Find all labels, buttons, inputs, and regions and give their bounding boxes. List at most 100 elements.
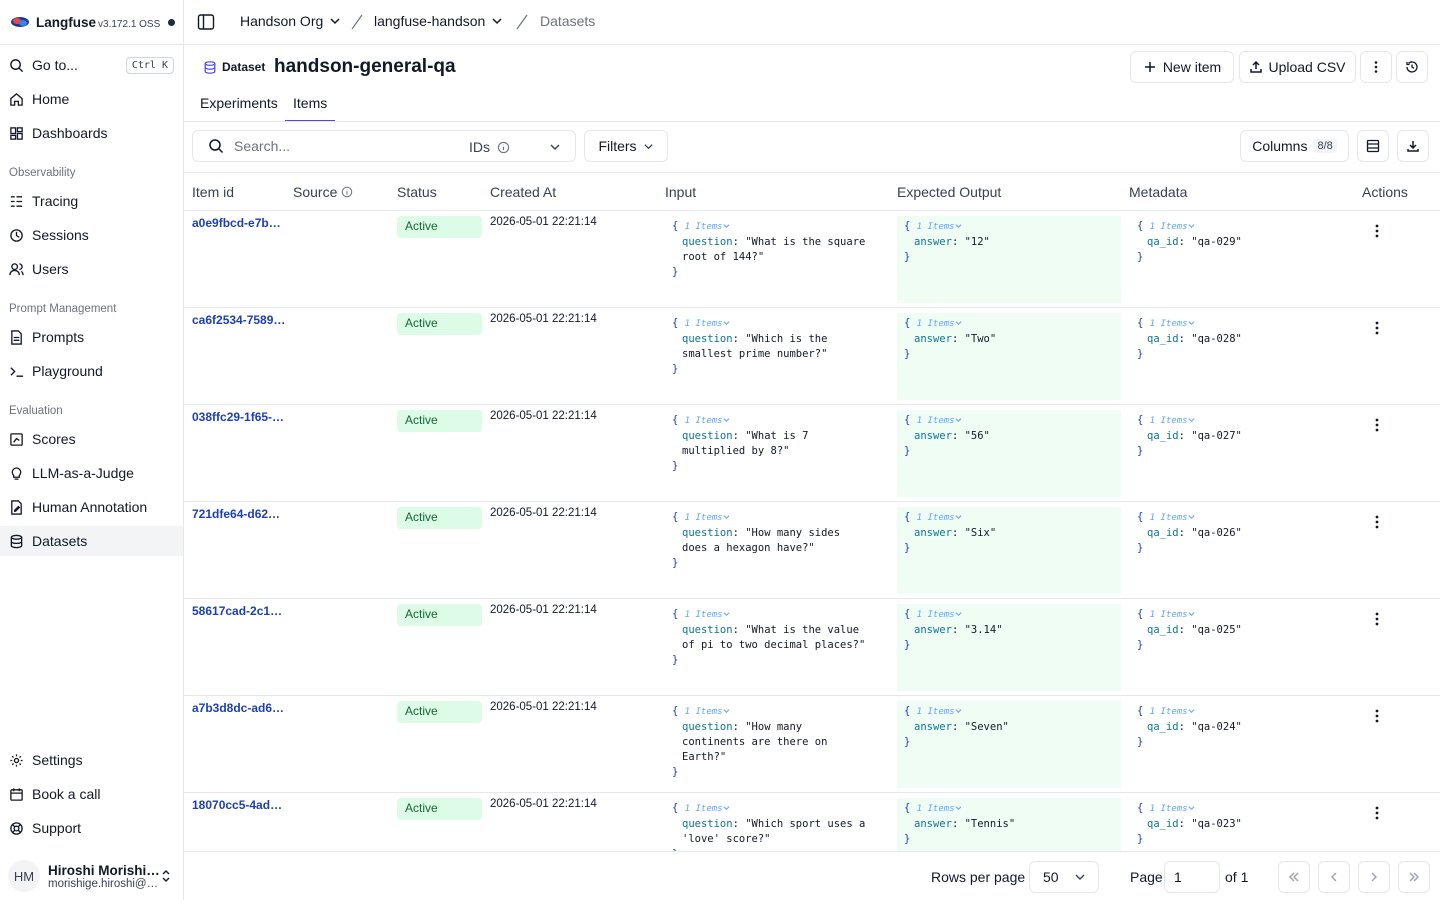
metadata-json[interactable]: { 1 Items qa_id: "qa-023"} (1137, 801, 1242, 847)
metadata-json[interactable]: { 1 Items qa_id: "qa-026"} (1137, 510, 1242, 556)
row-actions-icon[interactable] (1370, 611, 1384, 627)
brand[interactable]: Langfuse v3.172.1 OSS (10, 12, 176, 32)
breadcrumb-project-label: langfuse-handson (374, 13, 486, 29)
breadcrumb-project[interactable]: langfuse-handson (374, 13, 503, 29)
expected-output-json[interactable]: { 1 Items answer: "Tennis"} (904, 801, 1015, 847)
sidebar-item-settings[interactable]: Settings (0, 745, 183, 775)
sidebar-toggle-icon[interactable] (197, 13, 215, 31)
sidebar-item-prompts[interactable]: Prompts (0, 322, 183, 352)
first-page-button[interactable] (1278, 861, 1310, 893)
sidebar-item-book-a-call[interactable]: Book a call (0, 779, 183, 809)
input-json[interactable]: { 1 Items question: "What is the square ro… (672, 219, 882, 280)
metadata-json[interactable]: { 1 Items qa_id: "qa-024"} (1137, 704, 1242, 750)
chevron-down-icon[interactable] (549, 141, 561, 153)
expected-output-json[interactable]: { 1 Items answer: "Two"} (904, 316, 996, 362)
columns-button[interactable]: Columns 8/8 (1240, 130, 1349, 162)
json-count: 1 Items (684, 222, 723, 232)
sidebar-item-tracing[interactable]: Tracing (0, 186, 183, 216)
sidebar-item-scores[interactable]: Scores (0, 424, 183, 454)
history-button[interactable] (1396, 51, 1428, 83)
row-actions-icon[interactable] (1370, 320, 1384, 336)
json-count: 1 Items (916, 416, 955, 426)
search-box: IDs (192, 130, 576, 162)
breadcrumb-page[interactable]: Datasets (540, 13, 595, 29)
rows-per-page-select[interactable]: 50 (1029, 861, 1099, 893)
input-json[interactable]: { 1 Items question: "What is 7 multiplied … (672, 413, 882, 474)
expected-output-json[interactable]: { 1 Items answer: "56"} (904, 413, 990, 459)
table-row[interactable]: 038ffc29-1f65-… Active 2026-05-01 22:21:14… (184, 405, 1440, 502)
sidebar-item-playground[interactable]: Playground (0, 356, 183, 386)
expected-output-json[interactable]: { 1 Items answer: "3.14"} (904, 607, 1003, 653)
sidebar-item-users[interactable]: Users (0, 254, 183, 284)
json-value: "How many (745, 721, 803, 733)
column-header-item-id[interactable]: Item id (192, 184, 234, 200)
column-header-source[interactable]: Source (293, 184, 353, 200)
row-actions-icon[interactable] (1370, 417, 1384, 433)
sidebar-item-dashboards[interactable]: Dashboards (0, 118, 183, 148)
previous-page-button[interactable] (1318, 861, 1350, 893)
upload-csv-button[interactable]: Upload CSV (1239, 51, 1356, 83)
user-menu[interactable]: HM Hiroshi Morishige morishige.hiroshi@h… (0, 852, 183, 900)
row-density-button[interactable] (1357, 130, 1389, 162)
row-actions-icon[interactable] (1370, 514, 1384, 530)
info-icon (342, 186, 353, 198)
tab-items[interactable]: Items (285, 95, 336, 122)
item-id-link[interactable]: a7b3d8dc-ad6… (192, 701, 288, 715)
input-json[interactable]: { 1 Items question: "Which is the smallest… (672, 316, 882, 377)
breadcrumb-separator-icon (351, 14, 363, 30)
sidebar-item-llm-as-a-judge[interactable]: LLM-as-a-Judge (0, 458, 183, 488)
sidebar-item-sessions[interactable]: Sessions (0, 220, 183, 250)
json-key: answer (914, 527, 952, 539)
table-row[interactable]: ca6f2534-7589… Active 2026-05-01 22:21:14{… (184, 308, 1440, 405)
column-header-metadata[interactable]: Metadata (1129, 184, 1187, 200)
download-button[interactable] (1397, 130, 1429, 162)
goto-button[interactable]: Go to... Ctrl K (0, 50, 183, 80)
column-header-expected-output[interactable]: Expected Output (897, 184, 1001, 200)
item-id-link[interactable]: a0e9fbcd-e7b… (192, 216, 288, 230)
new-item-button[interactable]: New item (1130, 51, 1234, 83)
last-page-button[interactable] (1398, 861, 1430, 893)
item-id-link[interactable]: 58617cad-2c1… (192, 604, 288, 618)
breadcrumb-org[interactable]: Handson Org (240, 13, 341, 29)
json-value: continents are there on (682, 736, 828, 748)
table-row[interactable]: 18070cc5-4adc… Active 2026-05-01 22:21:14{… (184, 793, 1440, 851)
item-id-link[interactable]: 038ffc29-1f65-… (192, 410, 288, 424)
scores-icon (10, 432, 23, 446)
next-page-button[interactable] (1358, 861, 1390, 893)
column-header-input[interactable]: Input (665, 184, 696, 200)
metadata-json[interactable]: { 1 Items qa_id: "qa-027"} (1137, 413, 1242, 459)
sidebar-item-support[interactable]: Support (0, 813, 183, 843)
metadata-json[interactable]: { 1 Items qa_id: "qa-029"} (1137, 219, 1242, 265)
search-scope-select[interactable]: IDs (469, 139, 510, 155)
item-id-link[interactable]: 721dfe64-d62… (192, 507, 288, 521)
expected-output-json[interactable]: { 1 Items answer: "Six"} (904, 510, 996, 556)
row-actions-icon[interactable] (1370, 708, 1384, 724)
metadata-json[interactable]: { 1 Items qa_id: "qa-025"} (1137, 607, 1242, 653)
column-header-created-at[interactable]: Created At (490, 184, 556, 200)
row-actions-icon[interactable] (1370, 805, 1384, 821)
expected-output-json[interactable]: { 1 Items answer: "Seven"} (904, 704, 1009, 750)
table-row[interactable]: a7b3d8dc-ad6… Active 2026-05-01 22:21:14{ … (184, 696, 1440, 793)
input-json[interactable]: { 1 Items question: "What is the value of … (672, 607, 882, 668)
item-id-link[interactable]: 18070cc5-4adc… (192, 798, 288, 812)
expected-output-json[interactable]: { 1 Items answer: "12"} (904, 219, 990, 265)
search-input[interactable] (234, 138, 434, 154)
sidebar-item-datasets[interactable]: Datasets (0, 526, 183, 556)
input-json[interactable]: { 1 Items question: "Which sport uses a'l… (672, 801, 882, 851)
row-actions-icon[interactable] (1370, 223, 1384, 239)
json-line: question: "Which is the (682, 333, 828, 345)
metadata-json[interactable]: { 1 Items qa_id: "qa-028"} (1137, 316, 1242, 362)
sidebar-item-human-annotation[interactable]: Human Annotation (0, 492, 183, 522)
tab-experiments[interactable]: Experiments (200, 95, 278, 122)
more-menu-button[interactable] (1360, 51, 1392, 83)
input-json[interactable]: { 1 Items question: "How many sides does a… (672, 510, 882, 571)
table-row[interactable]: 58617cad-2c1… Active 2026-05-01 22:21:14{ … (184, 599, 1440, 696)
column-header-status[interactable]: Status (397, 184, 437, 200)
table-row[interactable]: a0e9fbcd-e7b… Active 2026-05-01 22:21:14{ … (184, 211, 1440, 308)
item-id-link[interactable]: ca6f2534-7589… (192, 313, 288, 327)
input-json[interactable]: { 1 Items question: "How many continents a… (672, 704, 882, 780)
table-row[interactable]: 721dfe64-d62… Active 2026-05-01 22:21:14{ … (184, 502, 1440, 599)
sidebar-item-home[interactable]: Home (0, 84, 183, 114)
page-number-input[interactable] (1164, 861, 1220, 893)
filters-button[interactable]: Filters (584, 130, 668, 162)
